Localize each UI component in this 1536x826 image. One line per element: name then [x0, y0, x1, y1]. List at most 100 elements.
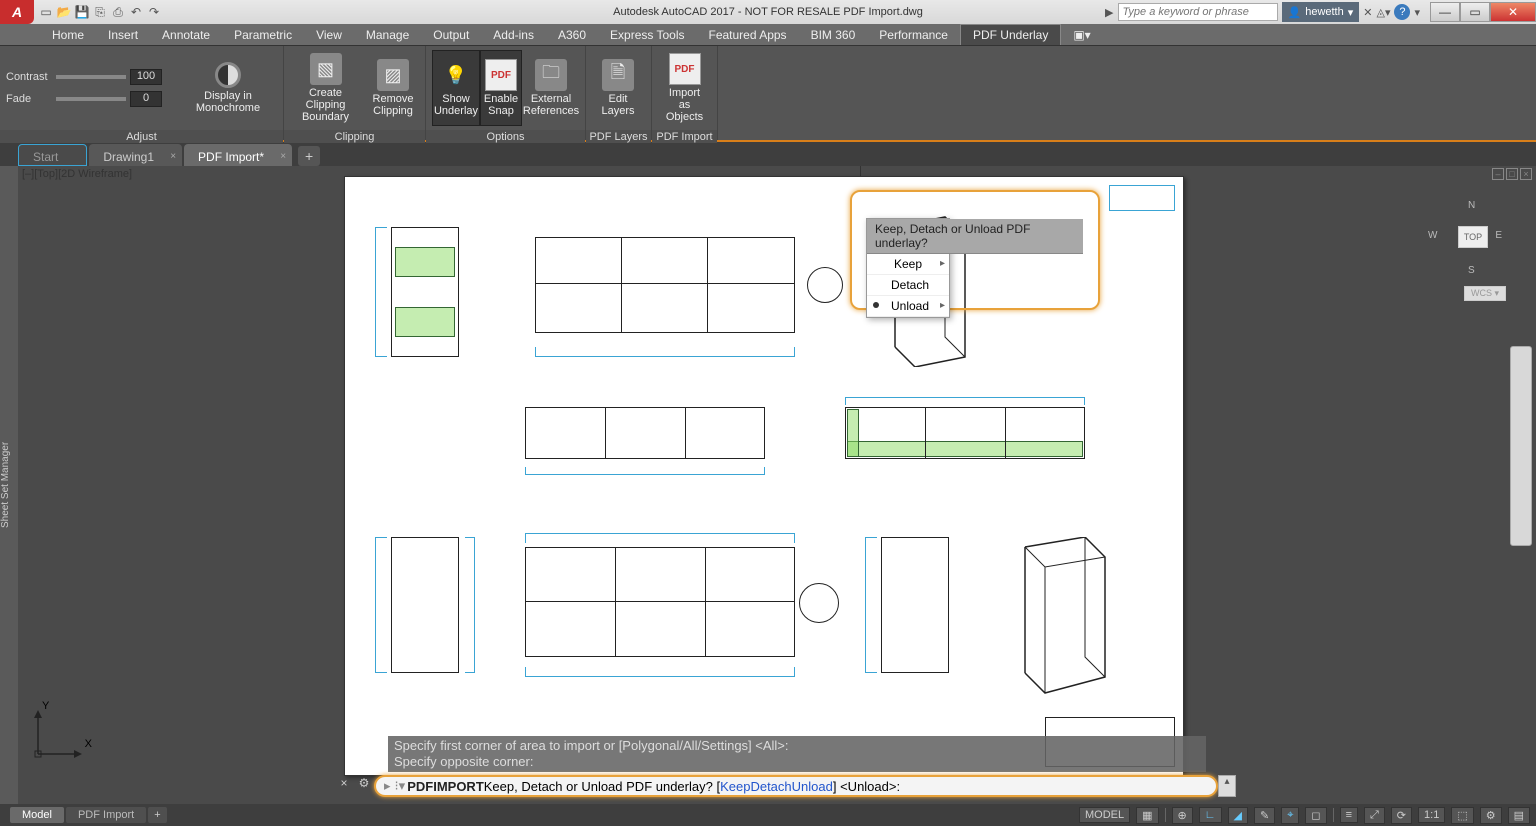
drawing-canvas[interactable]: [–][Top][2D Wireframe] – □ ×	[18, 166, 1536, 804]
minimize-button[interactable]: —	[1430, 2, 1460, 22]
status-osnap-icon[interactable]: ⌖	[1281, 807, 1299, 824]
external-references-button[interactable]: 🗀 External References	[522, 50, 580, 126]
status-model-button[interactable]: MODEL	[1079, 807, 1130, 823]
layout-tab-add[interactable]: +	[148, 807, 166, 823]
new-tab-button[interactable]: +	[298, 146, 320, 166]
qat-save-icon[interactable]: 💾	[74, 4, 90, 20]
viewcube-top-face[interactable]: TOP	[1458, 226, 1488, 248]
file-tab-start[interactable]: Start	[18, 144, 87, 166]
fade-track[interactable]	[56, 97, 126, 101]
keyword-detach[interactable]: Detach	[750, 779, 791, 794]
tab-bim-360[interactable]: BIM 360	[799, 25, 868, 45]
show-underlay-icon: 💡	[440, 59, 472, 91]
help-icon[interactable]: ?	[1394, 4, 1410, 20]
tab-a360[interactable]: A360	[546, 25, 598, 45]
command-line-input[interactable]: ▸ ⁝▾ PDFIMPORT Keep, Detach or Unload PD…	[374, 775, 1218, 797]
qat-plot-icon[interactable]: ⎙	[110, 4, 126, 20]
vp-minimize-icon[interactable]: –	[1492, 168, 1504, 180]
qat-open-icon[interactable]: 📂	[56, 4, 72, 20]
viewcube-s[interactable]: S	[1468, 265, 1475, 276]
tab-focus-toggle-icon[interactable]: ▣▾	[1061, 25, 1102, 45]
edit-layers-button[interactable]: 🗎 Edit Layers	[592, 50, 644, 126]
viewport-controls-label[interactable]: [–][Top][2D Wireframe]	[22, 168, 132, 180]
qat-undo-icon[interactable]: ↶	[128, 4, 144, 20]
commandline-config-icon[interactable]: ⚙	[354, 776, 374, 796]
maximize-button[interactable]: ▭	[1460, 2, 1490, 22]
status-snap-icon[interactable]: ⊕	[1172, 807, 1193, 824]
tab-output[interactable]: Output	[421, 25, 481, 45]
enable-snap-button[interactable]: PDF Enable Snap	[480, 50, 522, 126]
stay-connected-icon[interactable]: ◬▾	[1376, 6, 1390, 19]
viewcube-n[interactable]: N	[1468, 200, 1475, 211]
vp-close-icon[interactable]: ×	[1520, 168, 1532, 180]
status-settings-icon[interactable]: ⚙	[1480, 807, 1502, 824]
close-button[interactable]: ✕	[1490, 2, 1536, 22]
infocenter-search-input[interactable]	[1118, 3, 1278, 21]
keyword-unload[interactable]: Unload	[792, 779, 833, 794]
signed-in-user[interactable]: 👤 hewetth ▾	[1282, 2, 1360, 22]
tab-manage[interactable]: Manage	[354, 25, 421, 45]
exchange-apps-icon[interactable]: ✕	[1363, 6, 1372, 19]
close-tab-icon[interactable]: ×	[280, 151, 286, 162]
infocenter-arrow-icon[interactable]: ▶	[1105, 6, 1113, 19]
sheet-set-manager-palette[interactable]: Sheet Set Manager	[0, 166, 18, 804]
viewcube-w[interactable]: W	[1428, 230, 1437, 241]
ribbon: Contrast 100 Fade 0 Display in Monochrom…	[0, 46, 1536, 142]
contrast-slider[interactable]: Contrast 100	[6, 69, 162, 85]
vp-maximize-icon[interactable]: □	[1506, 168, 1518, 180]
qat-new-icon[interactable]: ▭	[38, 4, 54, 20]
quick-access-toolbar: ▭ 📂 💾 ⎘ ⎙ ↶ ↷	[38, 4, 162, 20]
option-keep[interactable]: Keep▸	[867, 254, 949, 275]
tab-add-ins[interactable]: Add-ins	[481, 25, 546, 45]
keyword-keep[interactable]: Keep	[720, 779, 750, 794]
remove-clipping-button[interactable]: ▨ Remove Clipping	[367, 50, 419, 126]
close-tab-icon[interactable]: ×	[170, 151, 176, 162]
tab-express-tools[interactable]: Express Tools	[598, 25, 696, 45]
layout-tab-pdf-import[interactable]: PDF Import	[66, 807, 146, 823]
view-cube[interactable]: N S E W TOP	[1428, 196, 1508, 276]
show-underlay-button[interactable]: 💡 Show Underlay	[432, 50, 480, 126]
option-unload[interactable]: Unload▸	[867, 296, 949, 317]
layout-tab-model[interactable]: Model	[10, 807, 64, 823]
command-history[interactable]: Specify first corner of area to import o…	[388, 736, 1206, 772]
viewcube-e[interactable]: E	[1495, 230, 1502, 241]
tab-home[interactable]: Home	[40, 25, 96, 45]
import-as-objects-button[interactable]: PDF Import as Objects	[658, 50, 711, 126]
file-tab-pdf-import[interactable]: PDF Import*×	[184, 144, 292, 166]
tab-parametric[interactable]: Parametric	[222, 25, 304, 45]
status-polar-icon[interactable]: ◢	[1228, 807, 1248, 824]
tab-annotate[interactable]: Annotate	[150, 25, 222, 45]
qat-saveas-icon[interactable]: ⎘	[92, 4, 108, 20]
tab-pdf-underlay[interactable]: PDF Underlay	[960, 24, 1061, 45]
wcs-dropdown[interactable]: WCS ▾	[1464, 286, 1506, 301]
tab-featured-apps[interactable]: Featured Apps	[697, 25, 799, 45]
contrast-track[interactable]	[56, 75, 126, 79]
qat-redo-icon[interactable]: ↷	[146, 4, 162, 20]
fade-slider[interactable]: Fade 0	[6, 91, 162, 107]
status-isodraft-icon[interactable]: ✎	[1254, 807, 1275, 824]
status-lineweight-icon[interactable]: ≡	[1340, 807, 1358, 823]
option-detach[interactable]: Detach	[867, 275, 949, 296]
app-menu-icon[interactable]: A	[0, 0, 34, 24]
status-ortho-icon[interactable]: ∟	[1199, 807, 1222, 823]
fade-value[interactable]: 0	[130, 91, 162, 107]
ucs-icon[interactable]: Y X	[32, 700, 92, 760]
status-cycling-icon[interactable]: ⟳	[1391, 807, 1412, 824]
status-annoscale-label[interactable]: 1:1	[1418, 807, 1445, 823]
status-customize-icon[interactable]: ▤	[1508, 807, 1530, 824]
tab-insert[interactable]: Insert	[96, 25, 150, 45]
file-tab-drawing1[interactable]: Drawing1×	[89, 144, 182, 166]
status-3dosnap-icon[interactable]: ◻	[1305, 807, 1326, 824]
display-monochrome-button[interactable]: Display in Monochrome	[168, 50, 288, 126]
contrast-value[interactable]: 100	[130, 69, 162, 85]
status-transparency-icon[interactable]: ⤢	[1364, 807, 1385, 824]
tab-view[interactable]: View	[304, 25, 354, 45]
tab-performance[interactable]: Performance	[867, 25, 960, 45]
commandline-close-icon[interactable]: ×	[334, 776, 354, 796]
status-workspace-icon[interactable]: ⬚	[1451, 807, 1473, 824]
navigation-bar[interactable]	[1510, 346, 1532, 546]
commandline-expand-icon[interactable]: ▴	[1218, 775, 1236, 797]
create-clipping-button[interactable]: ▧ Create Clipping Boundary	[290, 50, 361, 126]
status-grid-icon[interactable]: ▦	[1136, 807, 1158, 824]
help-dropdown-icon[interactable]: ▾	[1414, 6, 1420, 19]
